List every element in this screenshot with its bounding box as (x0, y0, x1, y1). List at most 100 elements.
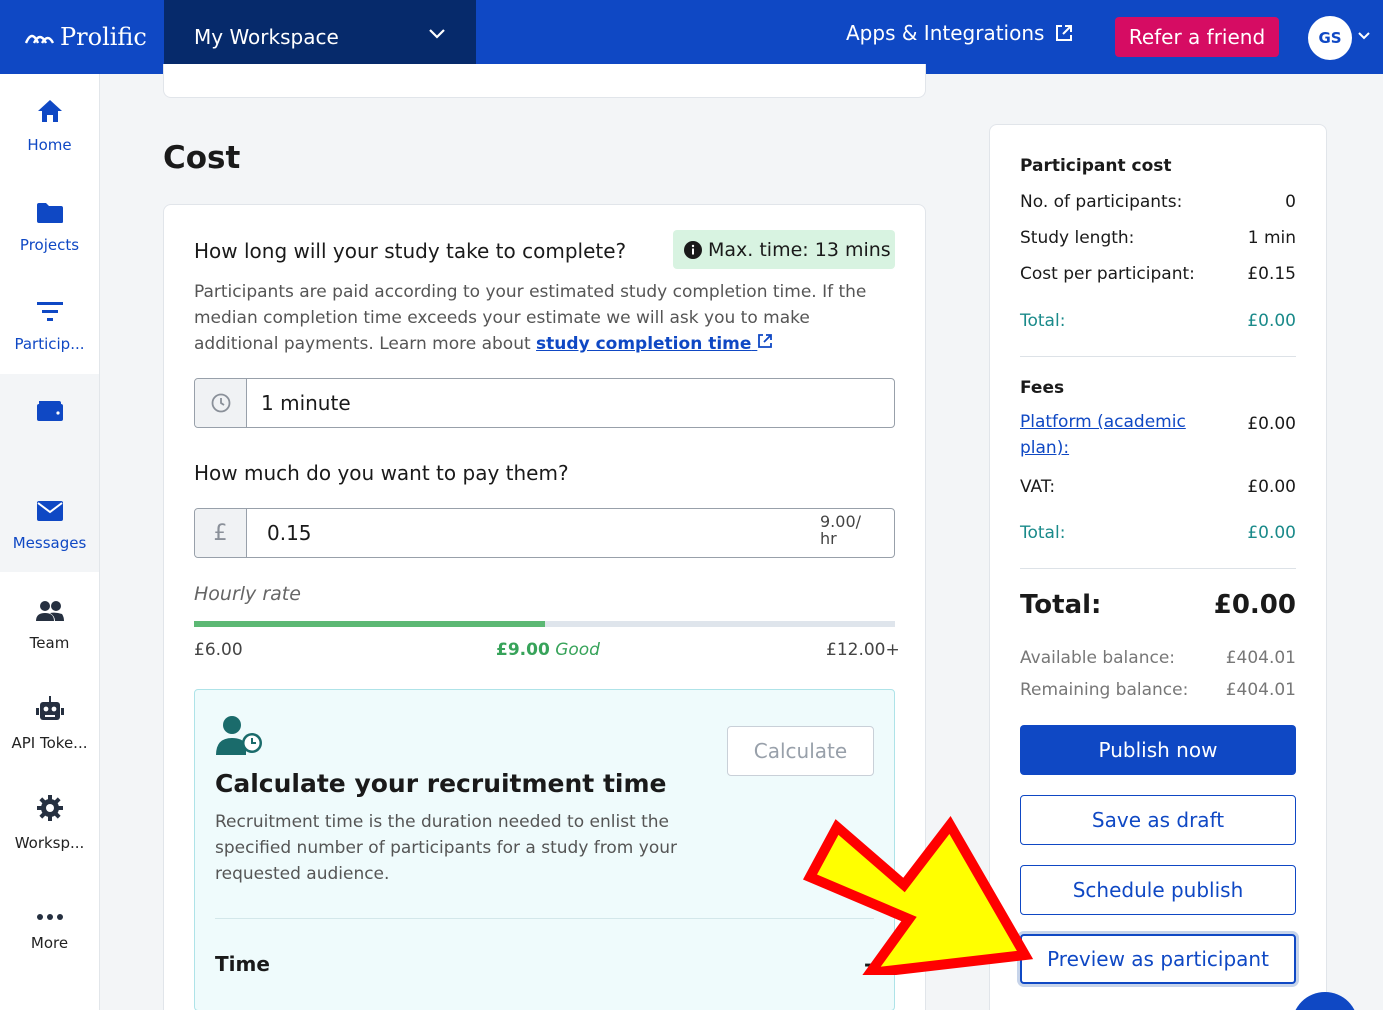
grand-total-value: £0.00 (1213, 590, 1296, 620)
hourly-rate-bar-fill (194, 621, 545, 627)
external-link-icon (758, 334, 773, 348)
sidebar-item-label: More (30, 934, 69, 952)
refer-friend-button[interactable]: Refer a friend (1115, 17, 1279, 57)
sidebar-item-wallet[interactable] (0, 372, 99, 468)
recruitment-title: Calculate your recruitment time (215, 769, 667, 798)
participant-total-label: Total: (1020, 311, 1066, 331)
sidebar-item-label: API Toke... (11, 734, 88, 752)
remaining-balance-value: £404.01 (1225, 680, 1296, 700)
remaining-balance-label: Remaining balance: (1020, 680, 1189, 700)
pay-question: How much do you want to pay them? (194, 461, 569, 485)
sidebar-item-label: Projects (19, 236, 80, 254)
summary-divider (1020, 356, 1296, 357)
recruitment-time-label: Time (215, 952, 270, 976)
rate-current-label: £9.00 Good (496, 640, 600, 660)
sidebar-item-workspace-settings[interactable]: Worksp... (0, 772, 99, 868)
clock-icon (211, 393, 230, 413)
hourly-rate-bar (194, 621, 895, 627)
max-time-text: Max. time: 13 mins (708, 238, 891, 261)
apps-integrations-link[interactable]: Apps & Integrations (846, 21, 1074, 45)
study-length-label: Study length: (1020, 228, 1135, 248)
robot-icon (35, 696, 64, 720)
platform-fee-row: Platform (academic plan): £0.00 (1020, 412, 1296, 461)
sidebar-item-participants[interactable]: Particip... (0, 273, 99, 369)
sidebar: Home Projects Particip... Messages Team … (0, 74, 100, 1010)
duration-input[interactable]: 1 minute (194, 378, 895, 428)
rate-min-label: £6.00 (194, 640, 243, 660)
duration-description: Participants are paid according to your … (194, 279, 894, 357)
cost-per-participant-label: Cost per participant: (1020, 264, 1195, 284)
sidebar-item-label: Worksp... (14, 834, 85, 852)
vat-label: VAT: (1020, 477, 1056, 497)
study-length-value: 1 min (1247, 228, 1296, 248)
ellipsis-icon (36, 914, 63, 920)
remaining-balance-row: Remaining balance: £404.01 (1020, 680, 1296, 700)
platform-fee-link[interactable]: Platform (academic plan): (1020, 409, 1200, 461)
workspace-label: My Workspace (194, 25, 339, 49)
recruitment-divider (215, 918, 874, 919)
platform-fee-value: £0.00 (1247, 414, 1296, 434)
rate-current-value: £9.00 (496, 640, 550, 660)
sidebar-item-label: Home (27, 136, 72, 154)
annotation-arrow-icon (802, 816, 1034, 975)
sidebar-item-label: Particip... (14, 335, 85, 353)
participant-cost-heading: Participant cost (1020, 156, 1172, 176)
sidebar-item-more[interactable]: More (0, 872, 99, 968)
user-clock-icon (216, 716, 262, 755)
info-icon (684, 240, 702, 259)
available-balance-value: £404.01 (1225, 648, 1296, 668)
recruitment-description: Recruitment time is the duration needed … (215, 812, 677, 884)
sidebar-item-projects[interactable]: Projects (0, 174, 99, 270)
workspace-selector[interactable]: My Workspace (164, 0, 476, 74)
publish-now-button[interactable]: Publish now (1020, 725, 1296, 775)
calculate-button[interactable]: Calculate (727, 726, 874, 776)
available-balance-label: Available balance: (1020, 648, 1176, 668)
participants-label: No. of participants: (1020, 192, 1183, 212)
reward-value: 0.15 (267, 521, 312, 545)
grand-total-label: Total: (1020, 590, 1102, 620)
schedule-publish-button[interactable]: Schedule publish (1020, 865, 1296, 915)
vat-row: VAT: £0.00 (1020, 477, 1296, 497)
sidebar-item-home[interactable]: Home (0, 74, 99, 170)
prolific-logo-icon (24, 34, 54, 44)
vat-value: £0.00 (1247, 477, 1296, 497)
duration-question: How long will your study take to complet… (194, 239, 627, 263)
cost-section-title: Cost (163, 140, 241, 176)
chevron-down-icon[interactable] (1357, 31, 1371, 41)
participant-total-value: £0.00 (1247, 311, 1296, 331)
external-link-icon (1056, 25, 1073, 41)
home-icon (37, 100, 62, 122)
currency-addon: £ (195, 509, 247, 557)
user-avatar[interactable]: GS (1308, 16, 1352, 60)
preview-as-participant-button[interactable]: Preview as participant (1020, 934, 1296, 984)
gear-icon (36, 795, 63, 821)
chevron-down-icon (429, 29, 445, 39)
available-balance-row: Available balance: £404.01 (1020, 648, 1296, 668)
participant-total-row: Total: £0.00 (1020, 311, 1296, 331)
grand-total-row: Total: £0.00 (1020, 590, 1296, 620)
sidebar-item-label: Messages (12, 534, 87, 552)
fees-heading: Fees (1020, 378, 1065, 398)
duration-value: 1 minute (261, 391, 351, 415)
cost-per-participant-row: Cost per participant: £0.15 (1020, 264, 1296, 284)
max-time-badge: Max. time: 13 mins (673, 230, 895, 269)
envelope-icon (36, 501, 63, 521)
top-navigation-bar: Prolific My Workspace Apps & Integration… (0, 0, 1383, 74)
sidebar-item-api-tokens[interactable]: API Toke... (0, 672, 99, 768)
sidebar-item-team[interactable]: Team (0, 572, 99, 668)
cost-per-participant-value: £0.15 (1247, 264, 1296, 284)
users-icon (35, 601, 64, 621)
study-length-row: Study length: 1 min (1020, 228, 1296, 248)
fees-total-value: £0.00 (1247, 523, 1296, 543)
folder-icon (36, 203, 63, 223)
study-completion-time-link[interactable]: study completion time (536, 334, 773, 354)
prolific-logo[interactable]: Prolific (24, 20, 147, 54)
rate-max-label: £12.00+ (826, 640, 900, 660)
sidebar-item-messages[interactable]: Messages (0, 472, 99, 568)
fees-total-row: Total: £0.00 (1020, 523, 1296, 543)
save-draft-button[interactable]: Save as draft (1020, 795, 1296, 845)
clock-icon-addon (195, 379, 247, 427)
rate-quality-label: Good (555, 640, 600, 660)
previous-card-bottom (163, 64, 926, 98)
reward-input[interactable]: £ 0.15 9.00/ hr (194, 508, 895, 558)
